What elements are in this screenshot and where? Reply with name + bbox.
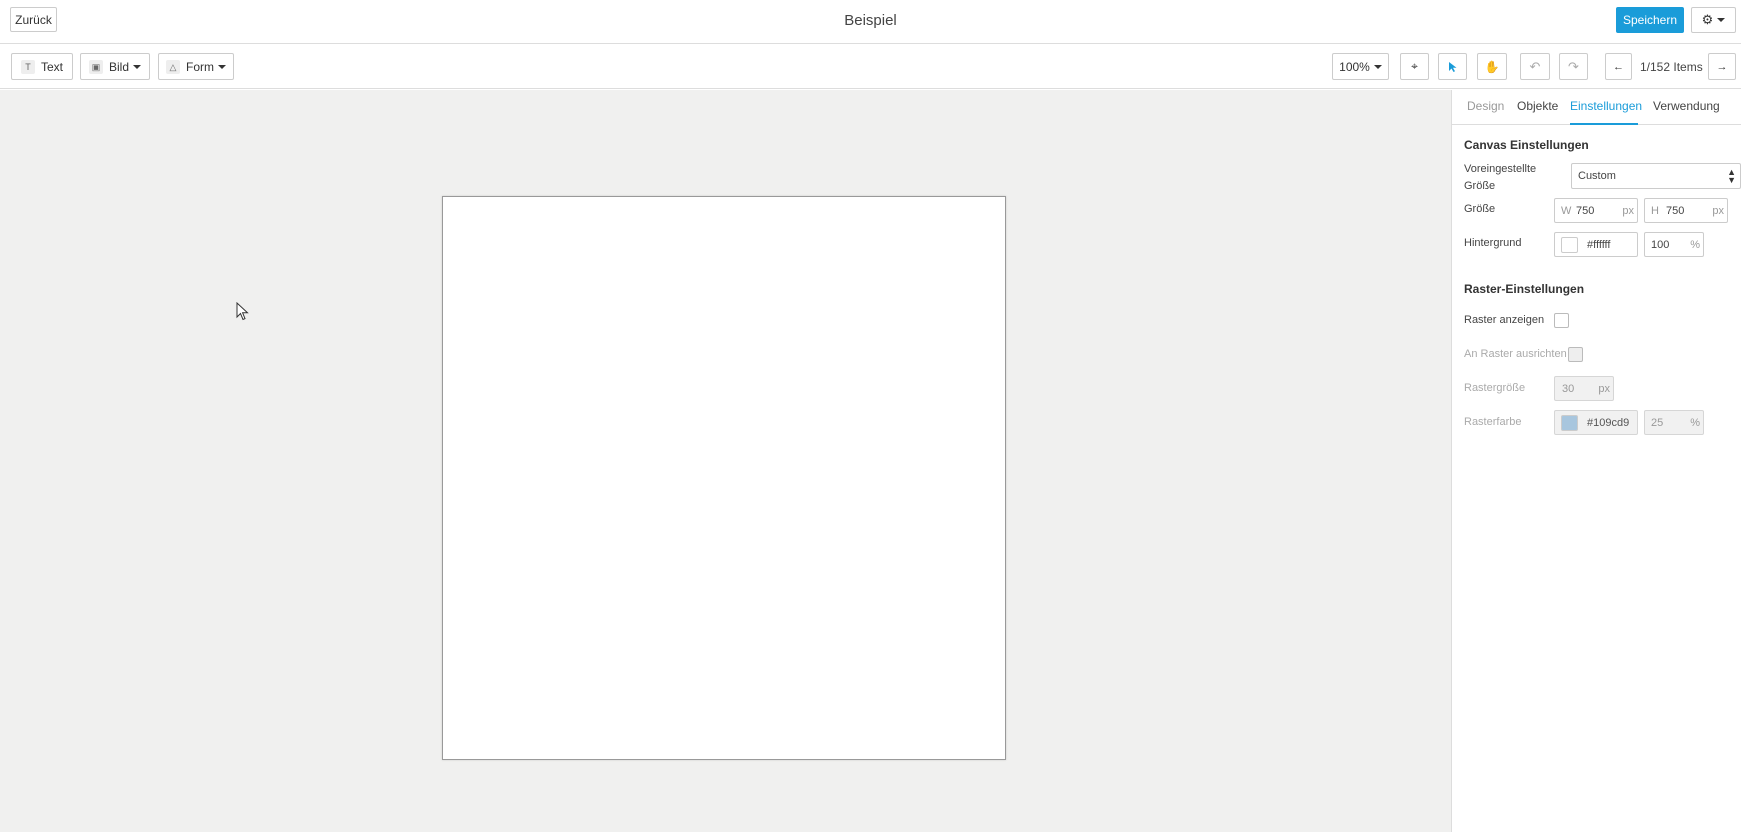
design-canvas[interactable] xyxy=(442,196,1006,760)
width-prefix: W xyxy=(1561,205,1572,217)
height-value: 750 xyxy=(1666,205,1685,217)
properties-panel: Design Objekte Einstellungen Verwendung … xyxy=(1451,90,1741,832)
background-opacity-unit: % xyxy=(1690,239,1700,251)
arrow-right-icon: → xyxy=(1716,60,1728,73)
show-grid-checkbox[interactable] xyxy=(1554,313,1569,328)
grid-color-label: Rasterfarbe xyxy=(1464,416,1522,428)
mouse-cursor-icon xyxy=(236,302,249,321)
tab-design[interactable]: Design xyxy=(1467,99,1504,113)
add-shape-button[interactable]: △ Form xyxy=(158,53,234,80)
chevron-down-icon xyxy=(133,64,141,69)
add-text-button[interactable]: T Text xyxy=(11,53,73,80)
background-opacity-value: 100 xyxy=(1651,239,1670,251)
settings-menu-button[interactable]: ⚙ xyxy=(1691,7,1736,33)
background-opacity-input[interactable]: 100 % xyxy=(1644,232,1704,257)
crosshair-icon: ⌖ xyxy=(1411,59,1418,73)
tab-settings[interactable]: Einstellungen xyxy=(1570,99,1642,113)
height-unit: px xyxy=(1712,205,1724,217)
undo-button[interactable]: ↶ xyxy=(1520,53,1550,80)
select-arrows-icon: ▲ ▼ xyxy=(1727,167,1736,185)
panel-tabs: Design Objekte Einstellungen Verwendung xyxy=(1452,90,1741,125)
add-shape-label: Form xyxy=(186,59,214,74)
height-input[interactable]: H 750 px xyxy=(1644,198,1728,223)
add-text-label: Text xyxy=(40,59,63,74)
gear-icon: ⚙ xyxy=(1701,12,1714,27)
redo-button[interactable]: ↷ xyxy=(1559,53,1588,80)
grid-opacity-value: 25 xyxy=(1651,417,1664,429)
chevron-down-icon xyxy=(1373,64,1382,69)
text-icon: T xyxy=(20,59,35,74)
background-color-swatch[interactable] xyxy=(1561,237,1578,253)
arrow-left-icon: ← xyxy=(1613,60,1624,73)
grid-color-input[interactable]: #109cd9 xyxy=(1554,410,1638,435)
grid-opacity-input[interactable]: 25 % xyxy=(1644,410,1704,435)
select-tool-button[interactable] xyxy=(1438,53,1467,80)
background-color-input[interactable]: #ffffff xyxy=(1554,232,1638,257)
grid-size-label: Rastergröße xyxy=(1464,382,1526,394)
snap-grid-checkbox[interactable] xyxy=(1568,347,1583,362)
width-unit: px xyxy=(1622,205,1634,217)
canvas-area[interactable] xyxy=(0,90,1451,832)
image-icon: ▣ xyxy=(88,59,103,74)
pan-tool-button[interactable]: ✋ xyxy=(1477,53,1507,80)
preset-size-select[interactable]: Custom ▲ ▼ xyxy=(1571,163,1741,189)
grid-opacity-unit: % xyxy=(1690,417,1700,429)
preset-size-value: Custom xyxy=(1578,170,1616,182)
center-view-button[interactable]: ⌖ xyxy=(1400,53,1429,80)
width-input[interactable]: W 750 px xyxy=(1554,198,1638,223)
hand-icon: ✋ xyxy=(1484,59,1500,74)
show-grid-label: Raster anzeigen xyxy=(1464,314,1545,326)
zoom-dropdown[interactable]: 100% xyxy=(1332,53,1389,80)
zoom-label: 100% xyxy=(1339,59,1370,74)
background-color-value: #ffffff xyxy=(1587,239,1611,251)
page-title: Beispiel xyxy=(844,12,897,29)
size-label: Größe xyxy=(1464,203,1496,215)
grid-size-unit: px xyxy=(1598,383,1610,395)
canvas-settings-title: Canvas Einstellungen xyxy=(1464,138,1589,152)
toolbar: T Text ▣ Bild △ Form 100% ⌖ ✋ ↶ ↷ ← 1/152 I… xyxy=(0,45,1741,89)
add-image-button[interactable]: ▣ Bild xyxy=(80,53,150,80)
width-value: 750 xyxy=(1576,205,1595,217)
height-prefix: H xyxy=(1651,205,1659,217)
chevron-down-icon xyxy=(1717,18,1726,22)
grid-size-value: 30 xyxy=(1562,383,1575,395)
grid-settings-title: Raster-Einstellungen xyxy=(1464,282,1585,296)
shape-icon: △ xyxy=(166,59,180,74)
active-tab-indicator xyxy=(1570,123,1638,125)
redo-icon: ↷ xyxy=(1568,58,1579,74)
grid-size-input[interactable]: 30 px xyxy=(1554,376,1614,401)
grid-color-swatch[interactable] xyxy=(1561,415,1578,431)
top-bar: Zurück Beispiel Speichern ⚙ xyxy=(0,0,1741,44)
snap-grid-label: An Raster ausrichten xyxy=(1464,348,1567,360)
tab-usage[interactable]: Verwendung xyxy=(1653,99,1720,113)
grid-color-value: #109cd9 xyxy=(1587,417,1630,429)
preset-size-label: Voreingestellte Größe xyxy=(1464,163,1537,192)
save-button[interactable]: Speichern xyxy=(1616,7,1684,33)
chevron-down-icon xyxy=(218,64,226,69)
pointer-icon xyxy=(1448,61,1456,72)
undo-icon: ↶ xyxy=(1529,58,1541,74)
tab-objects[interactable]: Objekte xyxy=(1517,99,1558,113)
background-label: Hintergrund xyxy=(1464,237,1522,249)
next-item-button[interactable]: → xyxy=(1708,53,1736,80)
add-image-label: Bild xyxy=(108,59,129,74)
previous-item-button[interactable]: ← xyxy=(1605,53,1632,80)
items-counter: 1/152 Items xyxy=(1640,60,1703,74)
